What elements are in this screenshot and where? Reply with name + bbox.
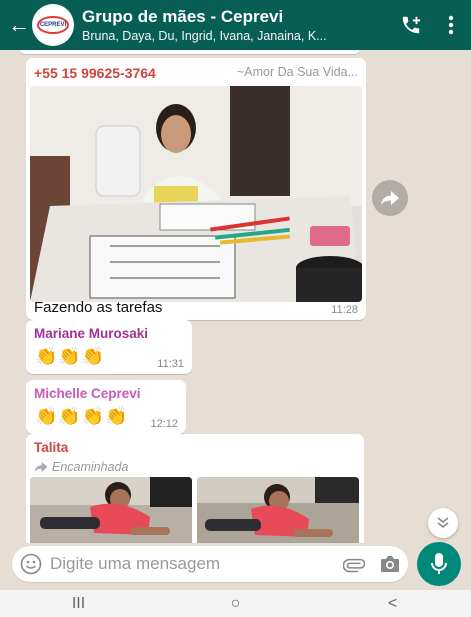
system-navbar: III ○ < [0,590,471,617]
more-vertical-icon[interactable] [431,15,471,35]
paperclip-icon[interactable] [336,553,372,575]
message-time: 11:31 [157,358,184,370]
message-bubble[interactable]: Mariane Murosaki 👏👏👏 11:31 [26,320,192,374]
previous-message-bubble [20,50,360,54]
emoji-icon[interactable] [12,553,50,575]
forwarded-label: Encaminhada [34,460,128,474]
message-time: 11:28 [331,304,358,316]
sender-row: +55 15 99625-3764 ~Amor Da Sua Vida... [34,65,358,81]
chevron-double-down-icon[interactable] [428,508,458,538]
message-input[interactable] [50,554,336,574]
forward-arrow-icon [381,191,399,205]
sender-name[interactable]: Michelle Ceprevi [34,386,141,401]
sender-name[interactable]: Mariane Murosaki [34,326,148,341]
clapping-emoji: 👏👏👏 [35,346,106,366]
camera-icon[interactable] [372,554,408,574]
forward-share-button[interactable] [372,180,408,216]
sender-alias: ~Amor Da Sua Vida... [236,65,358,79]
image-attachment[interactable] [197,477,359,543]
message-time: 12:12 [150,418,178,430]
chat-header: ← CEPREVI Grupo de mães - Ceprevi Bruna,… [0,0,471,50]
forwarded-text: Encaminhada [52,460,129,474]
forwarded-icon [34,462,48,472]
message-bubble[interactable]: Michelle Ceprevi 👏👏👏👏 12:12 [26,380,186,434]
message-bubble[interactable]: +55 15 99625-3764 ~Amor Da Sua Vida... F… [26,58,366,320]
image-attachment[interactable] [30,86,362,302]
group-avatar[interactable]: CEPREVI [32,4,74,46]
group-members: Bruna, Daya, Du, Ingrid, Ivana, Janaina,… [82,29,327,43]
image-caption: Fazendo as tarefas [34,299,163,316]
mic-button[interactable] [417,542,461,586]
sender-name[interactable]: Talita [34,440,68,455]
ceprevi-logo: CEPREVI [37,16,69,34]
recent-apps-button[interactable]: III [49,595,109,613]
sender-name[interactable]: +55 15 99625-3764 [34,65,156,81]
message-list[interactable]: +55 15 99625-3764 ~Amor Da Sua Vida... F… [0,50,471,543]
add-call-icon[interactable] [391,14,431,36]
mic-icon [431,553,447,574]
image-attachment[interactable] [30,477,192,543]
group-title: Grupo de mães - Ceprevi [82,7,284,26]
home-button[interactable]: ○ [206,595,266,613]
back-button[interactable]: < [363,595,423,613]
logo-text: CEPREVI [39,22,67,28]
group-info[interactable]: Grupo de mães - Ceprevi Bruna, Daya, Du,… [82,7,391,43]
clapping-emoji: 👏👏👏👏 [35,406,129,426]
message-bubble[interactable]: Talita Encaminhada [26,434,364,543]
message-compose-bar [12,546,408,582]
arrow-left-icon[interactable]: ← [8,14,30,36]
